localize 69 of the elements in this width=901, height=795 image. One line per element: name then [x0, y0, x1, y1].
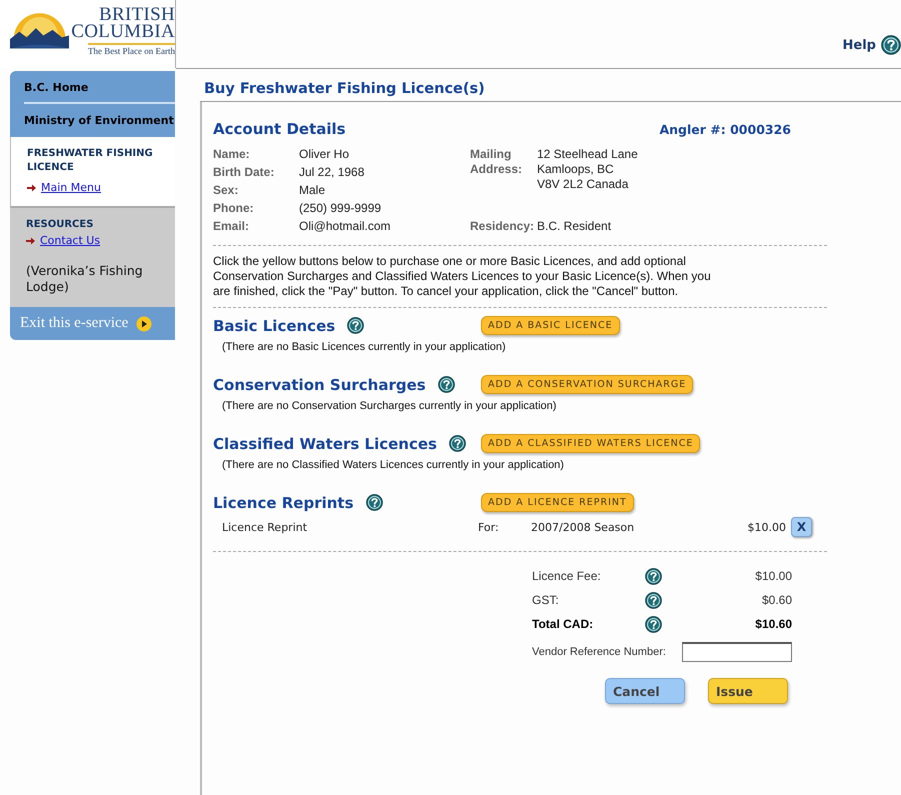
total-value: $10.60: [754, 617, 792, 631]
help-icon[interactable]: [438, 376, 455, 393]
field-value: Oliver Ho: [299, 147, 350, 163]
page-title: Buy Freshwater Fishing Licence(s): [200, 81, 901, 102]
sidebar-link[interactable]: B.C. Home: [24, 71, 175, 104]
item-price: $10.00: [748, 520, 786, 534]
instructions-text: Click the yellow buttons below to purchase one or more Basic Licences, and add optional Conservation Surcharges and Classified Waters Licences to your Basic Licence(s). When you are finished, click the "Pay" button. To cancel your application, click the "Cancel" button.: [213, 254, 712, 299]
help-icon[interactable]: [347, 317, 364, 334]
play-icon: [136, 316, 152, 332]
section-title: Account Details: [213, 120, 346, 138]
field-label: Phone:: [213, 201, 255, 217]
field-label: Mailing: [470, 147, 512, 162]
arrow-icon: [27, 184, 36, 192]
issue-button[interactable]: Issue: [708, 678, 788, 704]
help-icon[interactable]: [366, 494, 383, 511]
empty-message: (There are no Classified Waters Licences currently in your application): [222, 459, 565, 471]
field-label: Birth Date:: [213, 165, 276, 181]
section-title: Basic Licences: [213, 316, 336, 334]
address-line: Kamloops, BC: [537, 162, 615, 177]
field-label: Name:: [213, 147, 251, 163]
empty-message: (There are no Conservation Surcharges currently in your application): [222, 400, 558, 412]
help-icon[interactable]: [645, 592, 662, 608]
total-label: Total CAD:: [532, 617, 594, 631]
help-icon[interactable]: [645, 616, 662, 632]
item-season: 2007/2008 Season: [531, 520, 636, 534]
field-label: Sex:: [213, 183, 240, 199]
add-button[interactable]: ADD A CLASSIFIED WATERS LICENCE: [481, 434, 700, 453]
field-value: Male: [299, 183, 326, 199]
field-label: Address:: [470, 162, 524, 177]
vendor-reference-label: Vendor Reference Number:: [532, 646, 666, 658]
section-title: Licence Reprints: [213, 494, 354, 512]
sidebar-link[interactable]: Ministry of Environment: [24, 104, 175, 137]
help-icon[interactable]: [881, 35, 901, 55]
contact-link[interactable]: Contact Us: [40, 234, 100, 247]
logo-text: COLUMBIA: [71, 23, 175, 40]
cancel-button[interactable]: Cancel: [605, 678, 685, 704]
remove-button[interactable]: X: [791, 517, 812, 537]
logo-tagline: The Best Place on Earth: [88, 43, 175, 56]
section-title: Conservation Surcharges: [213, 376, 426, 394]
add-button[interactable]: ADD A LICENCE REPRINT: [481, 493, 634, 512]
help-icon[interactable]: [448, 435, 466, 452]
service-title: FRESHWATER FISHING LICENCE: [27, 147, 154, 175]
angler-number: Angler #: 0000326: [659, 122, 791, 137]
field-value: Jul 22, 1968: [299, 165, 366, 181]
field-value: (250) 999-9999: [299, 201, 382, 217]
address-line: V8V 2L2 Canada: [537, 177, 630, 192]
total-label: GST:: [532, 593, 560, 607]
field-value: Oli@hotmail.com: [299, 219, 392, 235]
section-title: Classified Waters Licences: [213, 434, 437, 452]
empty-message: (There are no Basic Licences currently in your application): [222, 341, 507, 353]
field-label: Residency:: [470, 219, 536, 235]
arrow-icon: [26, 236, 35, 244]
add-button[interactable]: ADD A CONSERVATION SURCHARGE: [481, 375, 694, 394]
total-value: $10.00: [754, 569, 792, 583]
main-menu-link[interactable]: Main Menu: [41, 181, 101, 194]
logo-text: BRITISH: [99, 6, 175, 23]
item-name: Licence Reprint: [222, 520, 308, 534]
vendor-name: (Veronika’s Fishing Lodge): [26, 263, 144, 295]
help-link[interactable]: Help: [842, 38, 876, 52]
field-label: Email:: [213, 219, 250, 235]
total-value: $0.60: [760, 593, 792, 607]
vendor-reference-field[interactable]: [682, 642, 792, 662]
help-icon[interactable]: [645, 568, 662, 584]
total-label: Licence Fee:: [532, 569, 602, 583]
resources-title: RESOURCES: [26, 218, 94, 232]
field-value: B.C. Resident: [537, 219, 612, 235]
address-line: 12 Steelhead Lane: [537, 147, 639, 162]
item-for-label: For:: [478, 520, 500, 534]
add-button[interactable]: ADD A BASIC LICENCE: [481, 316, 620, 335]
